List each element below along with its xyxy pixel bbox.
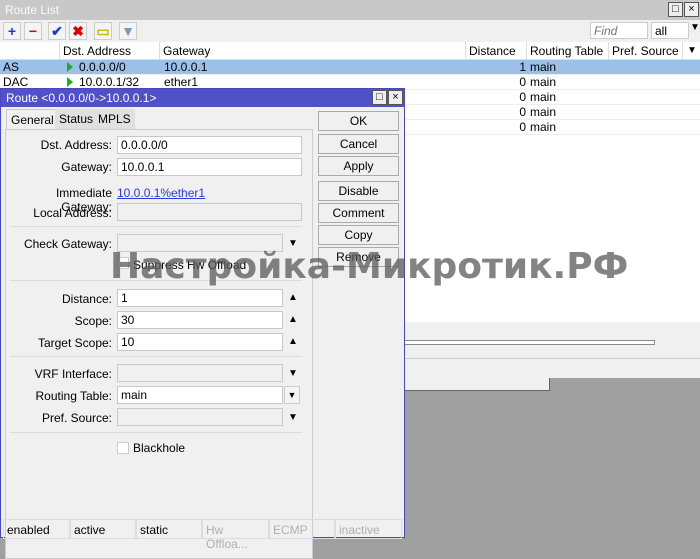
divider — [10, 280, 302, 281]
table-row[interactable]: AS 0.0.0.0/0 10.0.0.1 1 main — [0, 60, 700, 75]
distance-label: Distance: — [61, 292, 112, 306]
col-flags[interactable] — [0, 42, 60, 60]
filter-dropdown-icon[interactable]: ▼ — [690, 22, 700, 33]
find-input[interactable] — [590, 22, 648, 39]
pref-source-select[interactable] — [117, 408, 283, 426]
enable-button[interactable]: ✔ — [48, 22, 66, 40]
divider — [10, 432, 302, 433]
dropdown-icon[interactable]: ▼ — [288, 238, 298, 249]
status-active: active — [70, 519, 136, 539]
active-route-icon — [67, 62, 73, 72]
copy-button[interactable]: Copy — [318, 225, 399, 245]
general-form: Dst. Address: 0.0.0.0/0 Gateway: 10.0.0.… — [5, 129, 313, 559]
status-bar: enabled active static Hw Offloa... ECMP … — [1, 519, 404, 551]
status-enabled: enabled — [3, 519, 70, 539]
route-dialog: Route <0.0.0.0/0->10.0.0.1> □ × General … — [0, 88, 405, 559]
vrf-interface-label: VRF Interface: — [34, 367, 112, 381]
distance-input[interactable]: 1 — [117, 289, 283, 307]
immediate-gateway-link[interactable]: 10.0.0.1%ether1 — [117, 186, 205, 200]
status-static: static — [136, 519, 202, 539]
disable-button[interactable]: Disable — [318, 181, 399, 201]
routing-table-dropdown-icon[interactable]: ▼ — [284, 386, 300, 404]
scope-label: Scope: — [74, 314, 112, 328]
row-table: main — [530, 90, 557, 104]
blackhole-checkbox[interactable] — [117, 442, 129, 454]
status-inactive: inactive — [335, 519, 402, 539]
gateway-input[interactable]: 10.0.0.1 — [117, 158, 302, 176]
row-dst: 10.0.0.1/32 — [79, 75, 140, 89]
collapse-up-icon[interactable]: ▲ — [288, 336, 298, 347]
row-table: main — [530, 60, 557, 74]
columns-menu-icon[interactable]: ▼ — [687, 45, 697, 56]
row-distance: 1 — [519, 60, 526, 74]
filter-button[interactable]: ▼ — [119, 22, 137, 40]
comment-button[interactable]: Comment — [318, 203, 399, 223]
gateway-label: Gateway: — [61, 160, 112, 174]
status-hw-offload: Hw Offloa... — [202, 519, 269, 551]
apply-button[interactable]: Apply — [318, 156, 399, 176]
divider — [10, 226, 302, 227]
tab-status[interactable]: Status — [55, 109, 98, 129]
remove-button[interactable]: Remove — [318, 247, 399, 267]
blackhole-label: Blackhole — [133, 441, 186, 455]
row-distance: 0 — [519, 105, 526, 119]
ok-button[interactable]: OK — [318, 111, 399, 131]
row-distance: 0 — [519, 75, 526, 89]
tab-mpls[interactable]: MPLS — [94, 109, 135, 129]
local-address-input — [117, 203, 302, 221]
dropdown-icon[interactable]: ▼ — [288, 412, 298, 423]
scope-input[interactable]: 30 — [117, 311, 283, 329]
row-distance: 0 — [519, 90, 526, 104]
dialog-title: Route <0.0.0.0/0->10.0.0.1> — [1, 89, 404, 107]
cancel-button[interactable]: Cancel — [318, 134, 399, 154]
dropdown-icon[interactable]: ▼ — [288, 368, 298, 379]
divider — [10, 356, 302, 357]
routing-table-label: Routing Table: — [35, 389, 113, 403]
pref-source-label: Pref. Source: — [41, 411, 112, 425]
status-ecmp: ECMP — [269, 519, 335, 539]
col-gateway[interactable]: Gateway — [160, 42, 466, 60]
row-distance: 0 — [519, 120, 526, 134]
dialog-close-button[interactable]: × — [388, 90, 403, 105]
target-scope-input[interactable]: 10 — [117, 333, 283, 351]
suppress-hw-offload-checkbox[interactable] — [117, 257, 129, 269]
dst-address-input[interactable]: 0.0.0.0/0 — [117, 136, 302, 154]
collapse-up-icon[interactable]: ▲ — [288, 314, 298, 325]
target-scope-label: Target Scope: — [37, 336, 112, 350]
local-address-label: Local Address: — [33, 206, 112, 220]
tab-general[interactable]: General — [6, 109, 59, 129]
remove-button[interactable]: − — [24, 22, 42, 40]
col-pref-source[interactable]: Pref. Source — [609, 42, 683, 60]
check-gateway-select[interactable] — [117, 234, 283, 252]
route-list-title: Route List — [0, 0, 700, 20]
row-flags: AS — [3, 60, 20, 74]
suppress-hw-offload-label: Suppress Hw Offload — [133, 258, 247, 272]
filter-select[interactable]: all — [651, 22, 689, 39]
comment-button[interactable]: ▭ — [94, 22, 112, 40]
row-table: main — [530, 75, 557, 89]
active-route-icon — [67, 77, 73, 87]
close-button[interactable]: × — [684, 2, 699, 17]
routing-table-select[interactable]: main — [117, 386, 283, 404]
table-header: Dst. Address Gateway Distance Routing Ta… — [0, 42, 700, 60]
maximize-button[interactable]: □ — [668, 2, 683, 17]
disable-button[interactable]: ✖ — [69, 22, 87, 40]
row-dst: 0.0.0.0/0 — [79, 60, 126, 74]
row-table: main — [530, 105, 557, 119]
col-routing-table[interactable]: Routing Table — [527, 42, 609, 60]
dialog-maximize-button[interactable]: □ — [372, 90, 387, 105]
check-gateway-label: Check Gateway: — [23, 237, 112, 251]
col-dst-address[interactable]: Dst. Address — [60, 42, 160, 60]
col-distance[interactable]: Distance — [466, 42, 527, 60]
row-gateway: 10.0.0.1 — [164, 60, 208, 74]
dst-address-label: Dst. Address: — [40, 138, 112, 152]
collapse-up-icon[interactable]: ▲ — [288, 292, 298, 303]
vrf-interface-select[interactable] — [117, 364, 283, 382]
row-table: main — [530, 120, 557, 134]
add-button[interactable]: + — [3, 22, 21, 40]
